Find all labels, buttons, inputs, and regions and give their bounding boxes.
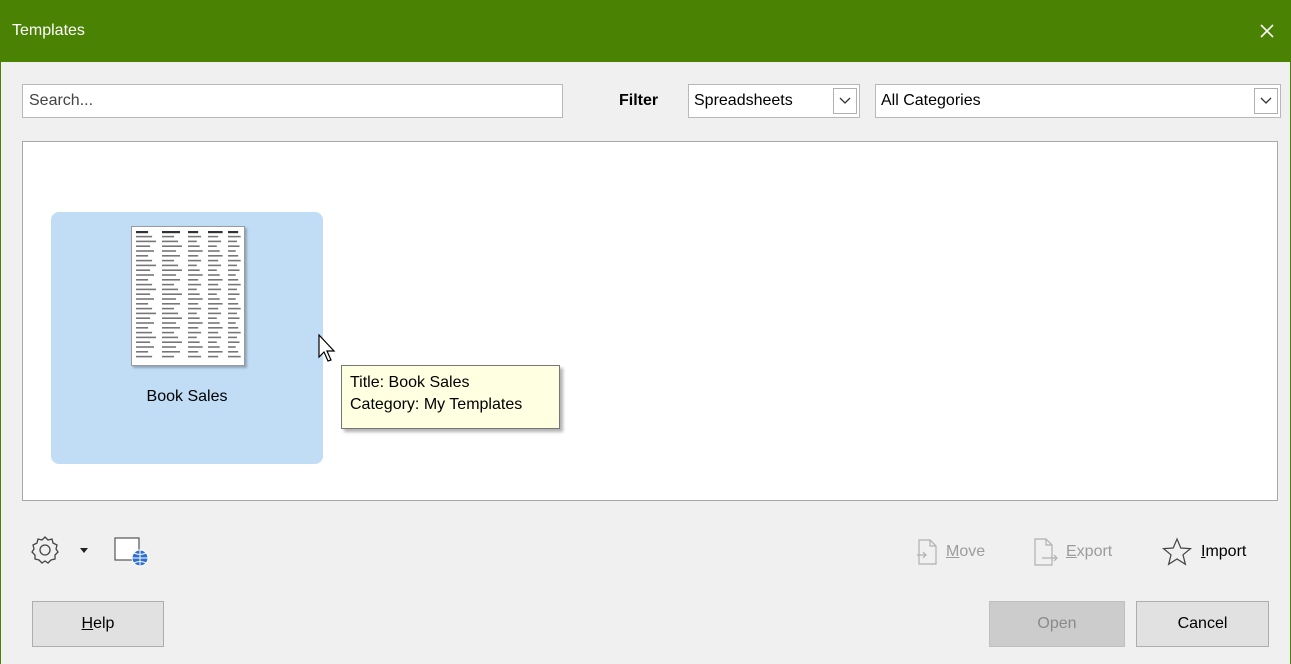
import-label: Import [1201,543,1247,560]
move-icon [917,539,937,565]
mouse-pointer-icon [318,334,336,362]
chevron-down-icon[interactable] [1254,88,1278,114]
filter-category-select[interactable]: All Categories [875,84,1281,118]
template-item[interactable]: Book Sales [51,212,323,464]
search-input[interactable] [22,84,563,118]
move-label: Move [946,543,986,560]
cancel-button[interactable]: Cancel [1136,601,1269,647]
template-name: Book Sales [146,388,228,405]
spreadsheet-preview-icon [136,231,241,358]
title-bar: Templates [0,0,1291,62]
filter-label: Filter [619,92,659,109]
dropdown-arrow-icon[interactable] [80,548,88,554]
window-title: Templates [12,22,85,39]
template-thumbnail [131,226,245,366]
template-tooltip: Title: Book Sales Category: My Templates [341,365,560,429]
filter-type-value: Spreadsheets [694,92,793,109]
open-button[interactable]: Open [989,601,1125,647]
window-border-left [0,62,1,664]
online-templates-icon[interactable] [113,534,149,568]
export-label: Export [1066,543,1113,560]
export-button[interactable]: Export [1032,537,1112,567]
filter-category-value: All Categories [881,92,981,109]
import-button[interactable]: Import [1161,537,1246,567]
tooltip-title: Title: Book Sales [350,374,470,391]
filter-type-select[interactable]: Spreadsheets [688,84,860,118]
gear-icon[interactable] [30,535,60,565]
tooltip-category: Category: My Templates [350,396,523,413]
template-view[interactable]: Book Sales [22,141,1278,501]
export-icon [1034,538,1058,566]
close-icon[interactable] [1255,19,1279,43]
chevron-down-icon[interactable] [833,88,857,114]
move-button[interactable]: Move [916,537,985,567]
star-icon [1161,537,1193,566]
help-button[interactable]: Help [32,601,164,647]
